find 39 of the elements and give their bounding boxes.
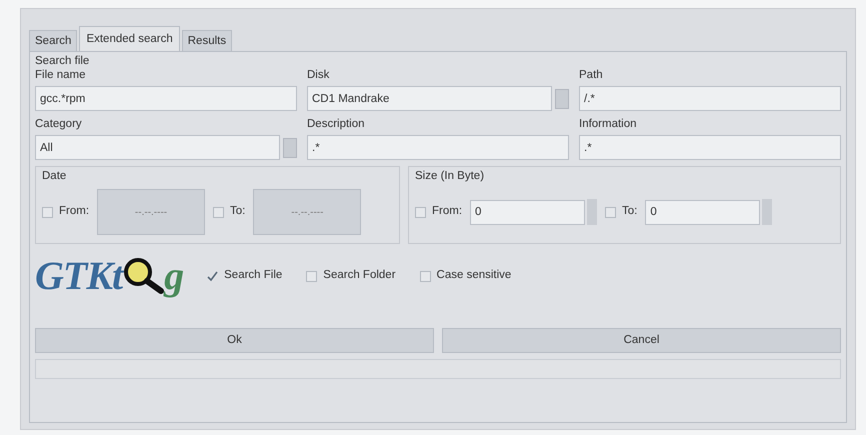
input-field[interactable]: .* — [579, 135, 841, 160]
checkbox-label: Case sensitive — [436, 268, 512, 284]
checkbox[interactable] — [415, 206, 426, 218]
tab[interactable]: Search — [29, 30, 78, 51]
dropdown-button[interactable] — [555, 88, 569, 108]
checkbox-label: From: — [59, 204, 90, 220]
dialog-button[interactable]: Cancel — [442, 328, 841, 353]
checkbox-label: From: — [432, 204, 462, 220]
checkbox[interactable] — [42, 206, 53, 218]
checkbox-label: Search Folder — [323, 268, 396, 284]
checkbox[interactable] — [605, 206, 616, 218]
checkbox[interactable] — [213, 206, 224, 218]
checkbox[interactable] — [420, 270, 431, 282]
field-label: Description — [307, 117, 366, 131]
logo: GTKt g — [35, 254, 184, 298]
checkbox-label: To: — [230, 204, 246, 220]
field-label: Information — [579, 117, 638, 131]
field-label: Disk — [307, 68, 330, 82]
checkbox[interactable] — [207, 270, 218, 282]
spin-field[interactable]: 0 — [645, 200, 760, 224]
group-title: Size (In Byte) — [415, 169, 486, 183]
input-field[interactable]: All — [35, 135, 280, 160]
tab[interactable]: Extended search — [79, 26, 180, 51]
checkbox-label: To: — [622, 204, 638, 220]
spin-field[interactable]: 0 — [470, 200, 586, 224]
dialog-button[interactable]: Ok — [35, 328, 434, 353]
tab[interactable]: Results — [182, 30, 232, 51]
field-label: Category — [35, 117, 83, 131]
input-field[interactable]: gcc.*rpm — [35, 86, 297, 111]
dropdown-button[interactable] — [283, 138, 297, 158]
checkbox-label: Search File — [224, 268, 282, 284]
input-field[interactable]: .* — [307, 135, 569, 160]
input-field[interactable]: /.* — [579, 86, 841, 111]
group-title: Date — [42, 169, 68, 183]
field-label: File name — [35, 68, 86, 82]
group-title: Search file — [35, 54, 90, 68]
checkbox[interactable] — [306, 270, 318, 282]
input-field[interactable]: CD1 Mandrake — [307, 86, 552, 111]
field-label: Path — [579, 68, 604, 82]
